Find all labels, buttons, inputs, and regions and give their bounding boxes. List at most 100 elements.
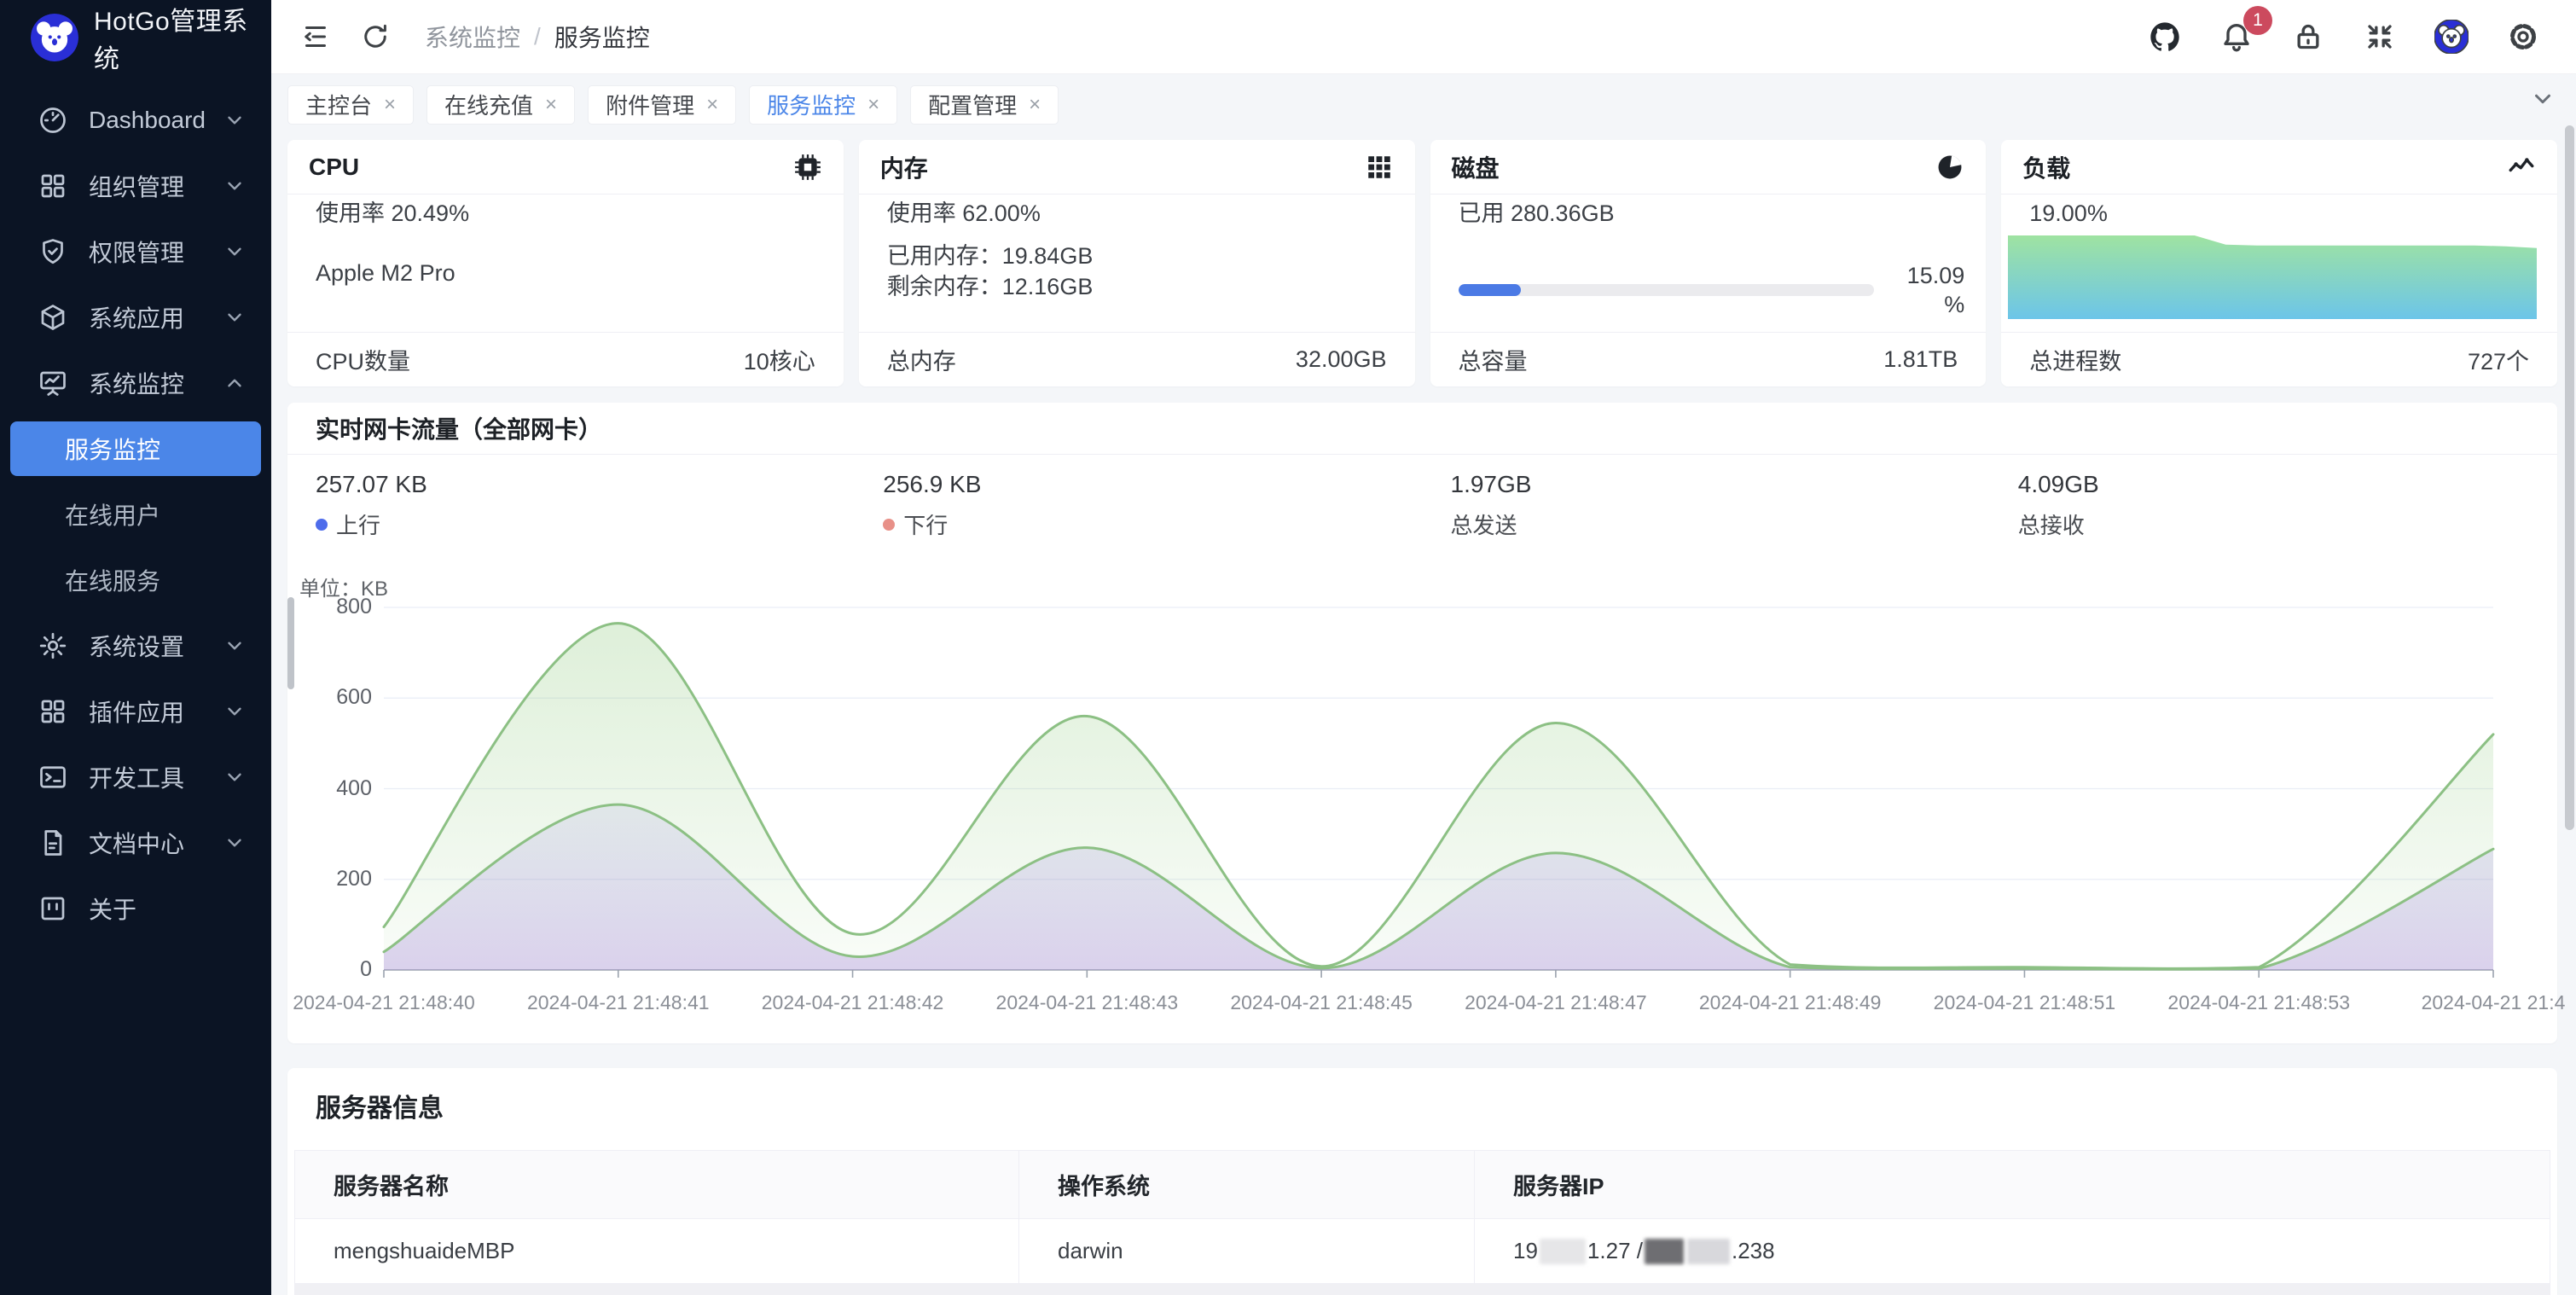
sidebar-item-plugins[interactable]: 插件应用 <box>0 684 271 739</box>
tab-config[interactable]: 配置管理 × <box>910 85 1059 125</box>
sidebar-item-system-settings[interactable]: 系统设置 <box>0 618 271 673</box>
traffic-area-chart <box>384 607 2493 979</box>
close-icon[interactable]: × <box>706 95 718 115</box>
traffic-stats: 257.07 KB 上行 256.9 KB 下行 1.97GB 总发送 4.09… <box>287 457 2557 540</box>
server-table: 服务器名称 操作系统 服务器IP mengshuaideMBP darwin 1… <box>294 1150 2550 1295</box>
cpu-card: CPU 使用率 20.49% Apple M2 Pro CPU数量 10核心 <box>287 140 844 386</box>
cpu-usage: 使用率 20.49% <box>316 200 469 227</box>
memory-card-title: 内存 <box>880 150 928 184</box>
vertical-scrollbar[interactable] <box>2565 125 2574 830</box>
traffic-card-title: 实时网卡流量（全部网卡） <box>316 411 602 445</box>
load-card: 负载 19.00% 总进程数 727个 <box>2001 140 2557 386</box>
refresh-icon[interactable] <box>357 18 394 55</box>
chevron-up-icon <box>223 372 246 394</box>
chevron-down-icon <box>223 832 246 854</box>
server-info-card: 服务器信息 服务器名称 操作系统 服务器IP mengshuaideMBP da… <box>287 1068 2557 1295</box>
sidebar-subitem-online-users[interactable]: 在线用户 <box>10 487 261 542</box>
sidebar-item-org[interactable]: 组织管理 <box>0 159 271 213</box>
tab-service-monitor[interactable]: 服务监控 × <box>749 85 897 125</box>
disk-used: 已用 280.36GB <box>1459 200 1615 227</box>
sidebar-item-dev-tools[interactable]: 开发工具 <box>0 750 271 804</box>
x-tick-label: 2024-04-21 21:48:42 <box>762 991 944 1014</box>
sidebar-item-label: 组织管理 <box>89 169 223 203</box>
server-table-header: 服务器名称 操作系统 服务器IP <box>295 1151 2550 1219</box>
sidebar-item-system-app[interactable]: 系统应用 <box>0 290 271 345</box>
dashboard-icon <box>38 105 68 136</box>
close-icon[interactable]: × <box>867 95 879 115</box>
tabs-chevron-down-icon[interactable] <box>2530 86 2556 112</box>
ip-prefix: 19 <box>1513 1238 1538 1264</box>
github-icon[interactable] <box>2143 15 2187 59</box>
memory-usage: 使用率 62.00% <box>887 200 1041 227</box>
breadcrumb: 系统监控 / 服务监控 <box>425 20 650 54</box>
terminal-icon <box>38 762 68 793</box>
traffic-sent-value: 1.97GB <box>1451 469 1990 500</box>
cpu-chip-icon <box>793 153 822 182</box>
sidebar-menu: Dashboard 组织管理 权限管理 系统应用 系统监控 服务监控 在 <box>0 74 271 936</box>
tab-online-recharge[interactable]: 在线充值 × <box>426 85 575 125</box>
disk-footer-value: 1.81TB <box>1883 346 1958 373</box>
traffic-up-value: 257.07 KB <box>316 469 855 500</box>
sidebar-item-label: 权限管理 <box>89 235 223 269</box>
disk-card-title: 磁盘 <box>1452 150 1500 184</box>
sidebar-subitem-service-monitor[interactable]: 服务监控 <box>10 421 261 476</box>
stat-cards-row: CPU 使用率 20.49% Apple M2 Pro CPU数量 10核心 内… <box>287 140 2557 386</box>
y-tick-label: 800 <box>287 595 372 619</box>
load-sparkline <box>2008 235 2537 319</box>
memory-card: 内存 使用率 62.00% 已用内存：19.84GB 剩余内存：12.16GB … <box>859 140 1415 386</box>
y-tick-label: 600 <box>287 685 372 710</box>
traffic-received-value: 4.09GB <box>2018 469 2557 500</box>
sidebar-item-dashboard[interactable]: Dashboard <box>0 93 271 148</box>
x-tick-label: 2024-04-21 21:48:49 <box>1699 991 1882 1014</box>
traffic-sent-label: 总发送 <box>1451 508 1517 540</box>
sidebar-item-system-monitor[interactable]: 系统监控 <box>0 356 271 410</box>
tab-console[interactable]: 主控台 × <box>287 85 414 125</box>
memory-used: 已用内存：19.84GB <box>887 242 1094 270</box>
traffic-stat-up: 257.07 KB 上行 <box>287 457 855 540</box>
bell-icon[interactable]: 1 <box>2214 15 2259 59</box>
notification-badge: 1 <box>2243 6 2272 35</box>
x-tick-label: 2024-04-21 21:48:47 <box>1465 991 1647 1014</box>
menu-fold-icon[interactable] <box>297 18 334 55</box>
monitor-board-icon <box>38 368 68 398</box>
sidebar-item-permission[interactable]: 权限管理 <box>0 224 271 279</box>
server-ip-cell: 191.27 / .238 <box>1475 1219 2550 1283</box>
down-series-dot <box>883 519 895 531</box>
breadcrumb-parent[interactable]: 系统监控 <box>425 20 520 54</box>
settings-gear-icon[interactable] <box>2501 15 2545 59</box>
avatar[interactable] <box>2429 15 2474 59</box>
load-percent: 19.00% <box>2029 200 2108 227</box>
shield-check-icon <box>38 236 68 267</box>
sidebar-item-label: 系统设置 <box>89 629 223 663</box>
x-tick-label: 2024-04-21 21:48:40 <box>293 991 475 1014</box>
col-header-os: 操作系统 <box>1019 1151 1475 1218</box>
cpu-footer-label: CPU数量 <box>316 343 410 376</box>
traffic-stat-received: 4.09GB 总接收 <box>1990 457 2557 540</box>
close-icon[interactable]: × <box>545 95 557 115</box>
col-header-server-ip: 服务器IP <box>1475 1151 2550 1218</box>
sidebar-item-about[interactable]: 关于 <box>0 881 271 936</box>
close-icon[interactable]: × <box>1029 95 1041 115</box>
content-scrollbar-thumb[interactable] <box>287 597 294 689</box>
traffic-card: 实时网卡流量（全部网卡） 257.07 KB 上行 256.9 KB 下行 1.… <box>287 403 2557 1043</box>
disk-progress: 15.09 % <box>1459 261 1965 319</box>
memory-grid-icon <box>1365 153 1394 182</box>
chevron-down-icon <box>223 635 246 657</box>
y-tick-label: 0 <box>287 957 372 982</box>
lock-icon[interactable] <box>2286 15 2330 59</box>
sidebar-item-docs[interactable]: 文档中心 <box>0 816 271 870</box>
cpu-model: Apple M2 Pro <box>316 259 455 287</box>
tab-attachments[interactable]: 附件管理 × <box>588 85 736 125</box>
sidebar-subitem-online-services[interactable]: 在线服务 <box>10 553 261 607</box>
chevron-down-icon <box>223 109 246 131</box>
ip-redacted-block <box>1645 1239 1684 1264</box>
ip-suffix: .238 <box>1732 1238 1775 1264</box>
table-next-row-clipped <box>295 1284 2550 1295</box>
close-icon[interactable]: × <box>384 95 396 115</box>
x-tick-label: 2024-04-21 21:4 <box>2422 991 2566 1014</box>
cpu-card-title: CPU <box>309 154 359 181</box>
app-logo-row[interactable]: HotGo管理系统 <box>0 0 271 74</box>
tab-label: 附件管理 <box>606 89 694 120</box>
x-tick-label: 2024-04-21 21:48:53 <box>2167 991 2350 1014</box>
fullscreen-icon[interactable] <box>2358 15 2402 59</box>
